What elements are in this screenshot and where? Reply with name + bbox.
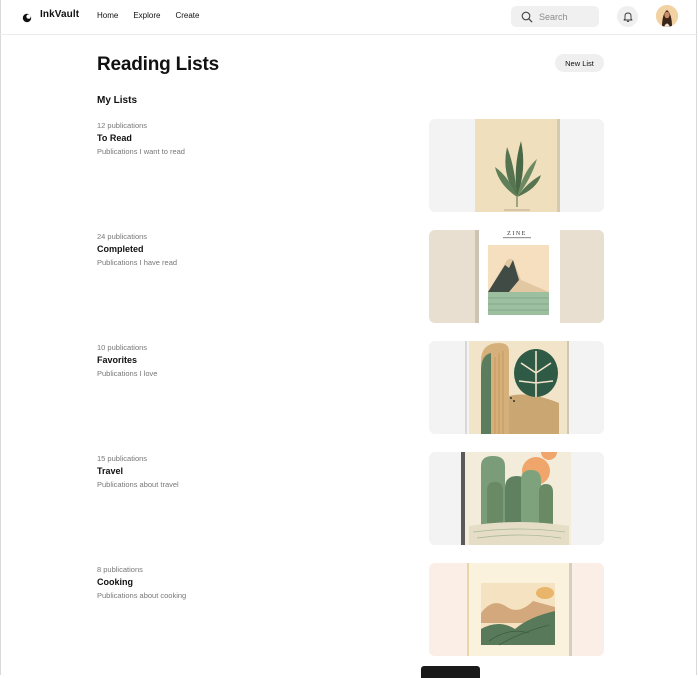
list-name: Favorites	[97, 355, 138, 365]
app-name: InkVault	[40, 9, 80, 20]
nav-explore[interactable]: Explore	[133, 11, 160, 20]
logo-icon	[22, 10, 32, 22]
page-title: Reading Lists	[97, 54, 219, 75]
list-cover-image	[429, 452, 604, 545]
search-icon	[521, 11, 533, 22]
list-count: 12 publications	[97, 121, 148, 130]
main-nav: Home Explore Create	[97, 11, 214, 20]
list-cover-image	[429, 341, 604, 434]
search-input[interactable]	[539, 11, 594, 22]
list-count: 24 publications	[97, 232, 148, 241]
list-name: Completed	[97, 244, 144, 254]
list-item[interactable]: 24 publications Completed Publications I…	[97, 230, 604, 324]
list-cover-image	[429, 119, 604, 212]
notifications-button[interactable]	[617, 6, 638, 27]
nav-home[interactable]: Home	[97, 11, 118, 20]
list-name: To Read	[97, 133, 132, 143]
list-count: 15 publications	[97, 454, 148, 463]
list-description: Publications about travel	[97, 480, 179, 489]
list-description: Publications I want to read	[97, 147, 185, 156]
list-description: Publications I love	[97, 369, 158, 378]
list-name: Travel	[97, 466, 124, 476]
list-count: 8 publications	[97, 565, 143, 574]
cover-text: ZINE	[507, 231, 527, 237]
list-item[interactable]: 10 publications Favorites Publications I…	[97, 341, 604, 435]
logo[interactable]: InkVault	[22, 9, 80, 22]
bell-icon	[623, 12, 632, 22]
list-cover-image	[429, 563, 604, 656]
list-item[interactable]: 8 publications Cooking Publications abou…	[97, 563, 604, 657]
avatar[interactable]	[656, 5, 678, 27]
search-box[interactable]	[511, 6, 599, 27]
list-description: Publications about cooking	[97, 591, 187, 600]
list-cover-image: ZINE	[429, 230, 604, 323]
top-bar: InkVault Home Explore Create	[0, 0, 698, 35]
new-list-button[interactable]: New List	[555, 54, 604, 72]
list-count: 10 publications	[97, 343, 148, 352]
list-item[interactable]: 15 publications Travel Publications abou…	[97, 452, 604, 546]
list-name: Cooking	[97, 577, 133, 587]
list-item[interactable]: 12 publications To Read Publications I w…	[97, 119, 604, 213]
list-description: Publications I have read	[97, 258, 178, 267]
floating-button[interactable]	[421, 666, 480, 678]
nav-create[interactable]: Create	[175, 11, 199, 20]
section-title: My Lists	[97, 95, 138, 106]
